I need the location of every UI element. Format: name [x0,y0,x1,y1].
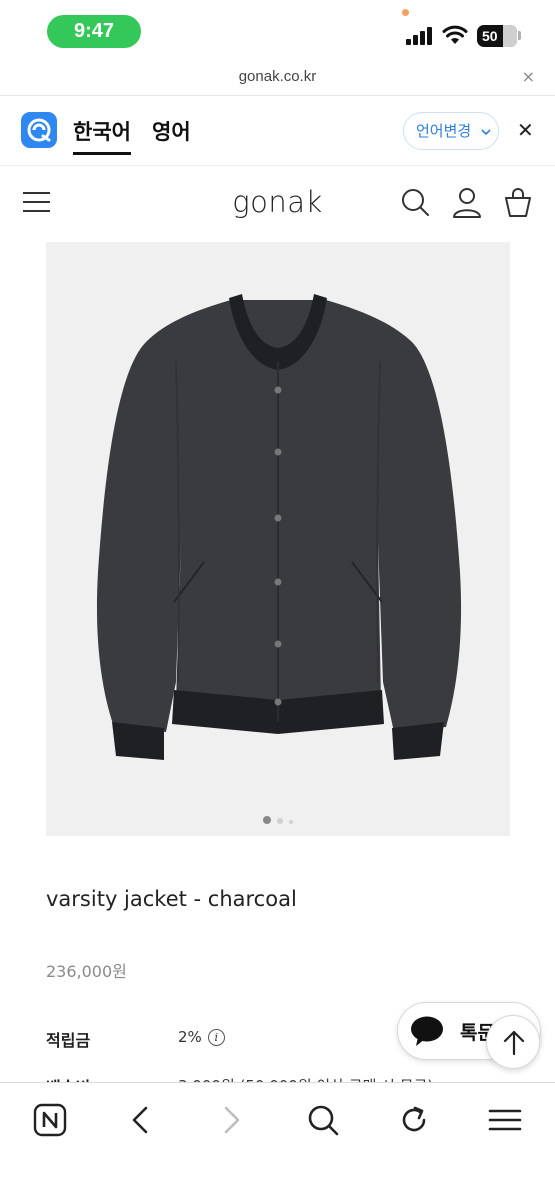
product-title: varsity jacket - charcoal [46,887,297,911]
chevron-down-icon [481,128,491,135]
battery-icon: 50 [477,25,517,47]
url-text[interactable]: gonak.co.kr [0,68,555,85]
privacy-indicator-dot [402,9,409,16]
status-bar: 9:47 50 [0,0,555,60]
translate-close-icon[interactable]: ✕ [517,118,534,142]
url-close-icon[interactable]: × [522,67,535,86]
papago-logo-icon [21,112,57,148]
info-icon[interactable]: i [207,1029,225,1046]
translate-bar: 한국어 영어 언어변경 ✕ [0,96,555,166]
product-image-carousel[interactable] [46,242,510,836]
jacket-image [96,294,462,760]
battery-level: 50 [482,28,498,44]
language-tab-korean[interactable]: 한국어 [73,116,131,155]
points-label: 적립금 [46,1031,91,1050]
arrow-up-icon [503,1030,525,1056]
chat-bubble-icon [411,1016,443,1046]
search-icon[interactable] [399,186,431,218]
site-header: gonak [0,167,555,241]
more-menu-icon[interactable] [488,1103,522,1137]
cellular-signal-icon [406,27,432,45]
carousel-dot[interactable] [263,816,271,824]
refresh-icon[interactable] [397,1103,431,1137]
battery-tip [518,31,521,40]
status-time: 9:47 [47,15,141,48]
browser-toolbar [0,1082,555,1200]
carousel-dot[interactable] [277,818,283,824]
points-value-row: 2% i [178,1028,225,1046]
carousel-dot[interactable] [289,820,293,824]
language-tab-english[interactable]: 영어 [152,116,191,146]
carousel-dots[interactable] [46,809,510,828]
change-language-button[interactable]: 언어변경 [403,112,499,150]
wifi-icon [442,25,468,44]
points-value: 2% [178,1028,202,1046]
cart-icon[interactable] [502,186,534,218]
naver-home-icon[interactable] [33,1103,67,1137]
account-icon[interactable] [451,186,483,218]
forward-icon [224,1106,240,1134]
product-price: 236,000원 [46,962,127,981]
browser-url-bar[interactable]: gonak.co.kr × [0,60,555,96]
back-icon[interactable] [124,1103,158,1137]
change-language-label: 언어변경 [416,122,472,140]
scroll-to-top-button[interactable] [486,1015,540,1069]
search-icon[interactable] [306,1103,340,1137]
